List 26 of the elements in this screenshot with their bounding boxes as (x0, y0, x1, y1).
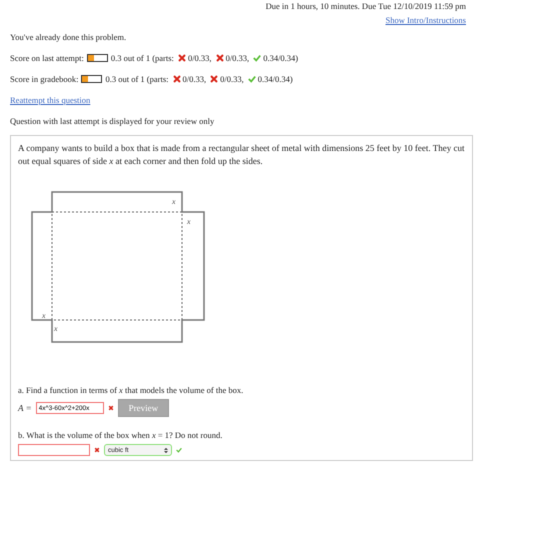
part-score: 0.34/0.34) (258, 74, 293, 84)
notice-text: You've already done this problem. (10, 32, 128, 42)
intro-link[interactable]: Show Intro/Instructions (385, 15, 466, 25)
answer-field[interactable] (18, 444, 90, 456)
part-b-prompt: b. What is the volume of the box when x = 1? Do not round. (18, 430, 224, 440)
part-score: 0.34/0.34) (263, 53, 298, 63)
score-bar (81, 75, 102, 83)
part-a-prompt: a. Find a function in terms of x that models the volume of the box. (18, 385, 244, 395)
due-date-text: Due in 1 hours, 10 minutes. Due Tue 12/10/2019 11:59 pm (266, 1, 466, 11)
review-note: Question with last attempt is displayed for your review only (10, 116, 216, 126)
score-text: 0.3 out of 1 (parts: (105, 74, 168, 84)
score-label: Score on last attempt: (10, 53, 84, 63)
part-score: 0/0.33, (220, 74, 244, 84)
part-score: 0/0.33, (182, 74, 206, 84)
question-text: A company wants to build a box that is made from a rectangular sheet of metal with dimensions 25 feet by 10 feet. They cut out equal squares of side x at each corner and then fold up the sides. (18, 142, 465, 168)
score-label: Score in gradebook: (10, 74, 78, 84)
part-score: 0/0.33, (226, 53, 250, 63)
reattempt-link[interactable]: Reattempt this question (10, 95, 90, 105)
cross-icon (94, 447, 100, 453)
part-score: 0/0.33, (188, 53, 212, 63)
score-text: 0.3 out of 1 (parts: (110, 53, 174, 63)
cross-icon (108, 405, 114, 411)
variable-label: A = (18, 403, 32, 413)
check-icon (176, 447, 182, 453)
caret-icon (164, 446, 168, 454)
score-bar (86, 54, 108, 62)
